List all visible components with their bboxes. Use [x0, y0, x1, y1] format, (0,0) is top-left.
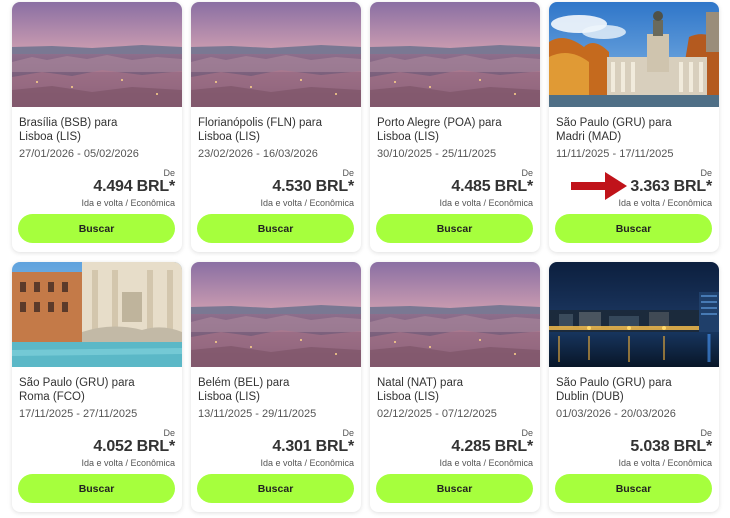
buscar-button[interactable]: Buscar [18, 214, 175, 243]
route-destination: Dublin (DUB) [556, 390, 624, 403]
route-origin: São Paulo (GRU) para [556, 377, 672, 389]
fare-info: Ida e volta / Econômica [618, 458, 712, 468]
route-destination: Lisboa (LIS) [198, 130, 261, 143]
from-label: De [342, 428, 354, 438]
from-label: De [163, 168, 175, 178]
price: 3.363 BRL* [630, 178, 712, 195]
rome-fountain-photo [12, 262, 182, 367]
route-origin: São Paulo (GRU) para [556, 117, 672, 129]
madrid-monument-photo [549, 2, 719, 107]
fare-info: Ida e volta / Econômica [439, 198, 533, 208]
fare-info: Ida e volta / Econômica [260, 198, 354, 208]
route-origin: São Paulo (GRU) para [19, 377, 135, 389]
from-label: De [700, 168, 712, 178]
destination-card[interactable]: Natal (NAT) para Lisboa (LIS) 02/12/2025… [370, 262, 540, 512]
travel-dates: 23/02/2026 - 16/03/2026 [198, 148, 318, 160]
travel-dates: 27/01/2026 - 05/02/2026 [19, 148, 139, 160]
route-title: Natal (NAT) para Lisboa (LIS) [377, 377, 535, 404]
fare-info: Ida e volta / Econômica [439, 458, 533, 468]
lisbon-city-photo [370, 2, 540, 107]
destination-card[interactable]: Belém (BEL) para Lisboa (LIS) 13/11/2025… [191, 262, 361, 512]
destination-card[interactable]: São Paulo (GRU) para Madri (MAD) 11/11/2… [549, 2, 719, 252]
destination-grid: Brasília (BSB) para Lisboa (LIS) 27/01/2… [12, 2, 719, 512]
price: 4.530 BRL* [272, 178, 354, 195]
route-origin: Brasília (BSB) para [19, 117, 118, 129]
from-label: De [700, 428, 712, 438]
lisbon-city-photo [191, 2, 361, 107]
destination-card[interactable]: Florianópolis (FLN) para Lisboa (LIS) 23… [191, 2, 361, 252]
fare-info: Ida e volta / Econômica [618, 198, 712, 208]
price: 4.285 BRL* [451, 438, 533, 455]
route-destination: Lisboa (LIS) [377, 390, 440, 403]
buscar-button[interactable]: Buscar [197, 214, 354, 243]
fare-info: Ida e volta / Econômica [81, 198, 175, 208]
price: 5.038 BRL* [630, 438, 712, 455]
travel-dates: 11/11/2025 - 17/11/2025 [556, 148, 674, 160]
route-destination: Lisboa (LIS) [198, 390, 261, 403]
destination-card[interactable]: São Paulo (GRU) para Roma (FCO) 17/11/20… [12, 262, 182, 512]
buscar-button[interactable]: Buscar [555, 474, 712, 503]
travel-dates: 02/12/2025 - 07/12/2025 [377, 408, 497, 420]
route-origin: Florianópolis (FLN) para [198, 117, 322, 129]
price: 4.301 BRL* [272, 438, 354, 455]
travel-dates: 13/11/2025 - 29/11/2025 [198, 408, 317, 420]
route-destination: Lisboa (LIS) [19, 130, 82, 143]
from-label: De [521, 168, 533, 178]
buscar-button[interactable]: Buscar [18, 474, 175, 503]
from-label: De [163, 428, 175, 438]
route-origin: Belém (BEL) para [198, 377, 290, 389]
fare-info: Ida e volta / Econômica [260, 458, 354, 468]
route-title: Florianópolis (FLN) para Lisboa (LIS) [198, 117, 356, 144]
buscar-button[interactable]: Buscar [376, 474, 533, 503]
price: 4.494 BRL* [93, 178, 175, 195]
buscar-button[interactable]: Buscar [197, 474, 354, 503]
route-title: Belém (BEL) para Lisboa (LIS) [198, 377, 356, 404]
route-title: Brasília (BSB) para Lisboa (LIS) [19, 117, 177, 144]
buscar-button[interactable]: Buscar [376, 214, 533, 243]
travel-dates: 17/11/2025 - 27/11/2025 [19, 408, 138, 420]
lisbon-city-photo [12, 2, 182, 107]
route-title: São Paulo (GRU) para Roma (FCO) [19, 377, 177, 404]
from-label: De [342, 168, 354, 178]
buscar-button[interactable]: Buscar [555, 214, 712, 243]
destination-card[interactable]: São Paulo (GRU) para Dublin (DUB) 01/03/… [549, 262, 719, 512]
route-title: Porto Alegre (POA) para Lisboa (LIS) [377, 117, 535, 144]
fare-info: Ida e volta / Econômica [81, 458, 175, 468]
travel-dates: 01/03/2026 - 20/03/2026 [556, 408, 676, 420]
dublin-night-photo [549, 262, 719, 367]
price: 4.485 BRL* [451, 178, 533, 195]
route-destination: Roma (FCO) [19, 390, 85, 403]
destination-card[interactable]: Brasília (BSB) para Lisboa (LIS) 27/01/2… [12, 2, 182, 252]
lisbon-city-photo [191, 262, 361, 367]
route-title: São Paulo (GRU) para Dublin (DUB) [556, 377, 714, 404]
route-origin: Porto Alegre (POA) para [377, 117, 502, 129]
route-destination: Lisboa (LIS) [377, 130, 440, 143]
destination-card[interactable]: Porto Alegre (POA) para Lisboa (LIS) 30/… [370, 2, 540, 252]
route-origin: Natal (NAT) para [377, 377, 464, 389]
from-label: De [521, 428, 533, 438]
lisbon-city-photo [370, 262, 540, 367]
red-arrow-annotation-icon [571, 172, 627, 200]
route-title: São Paulo (GRU) para Madri (MAD) [556, 117, 714, 144]
route-destination: Madri (MAD) [556, 130, 622, 143]
price: 4.052 BRL* [93, 438, 175, 455]
travel-dates: 30/10/2025 - 25/11/2025 [377, 148, 497, 160]
